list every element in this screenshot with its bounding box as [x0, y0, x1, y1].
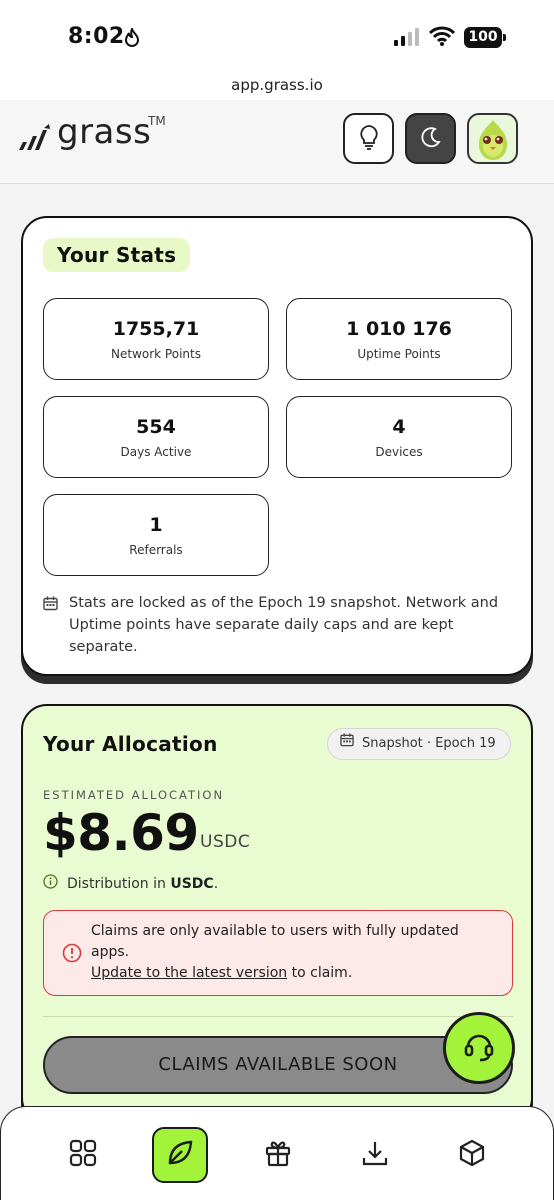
download-icon — [361, 1139, 389, 1171]
nav-rewards[interactable] — [152, 1127, 208, 1183]
url-bar[interactable]: app.grass.io — [0, 70, 554, 100]
distribution-prefix: Distribution in — [67, 875, 166, 892]
alert-circle-icon — [62, 943, 82, 967]
battery-cap — [503, 34, 506, 41]
nav-products[interactable] — [444, 1127, 500, 1183]
light-mode-button[interactable] — [343, 113, 394, 164]
cellular-signal-icon — [394, 28, 420, 50]
battery-indicator: 100 — [464, 27, 502, 48]
snapshot-label: Snapshot · Epoch 19 — [362, 736, 496, 751]
stats-card: Your Stats 1755,71 Network Points 1 010 … — [21, 216, 533, 676]
moon-icon — [420, 126, 442, 152]
snapshot-badge: Snapshot · Epoch 19 — [327, 728, 511, 760]
lightbulb-icon — [358, 124, 380, 154]
nav-download[interactable] — [347, 1127, 403, 1183]
stat-devices: 4 Devices — [286, 396, 512, 478]
allocation-amount: $8.69 — [43, 804, 199, 862]
stat-referrals: 1 Referrals — [43, 494, 269, 576]
status-bar: 8:02 100 — [0, 0, 554, 70]
allocation-title: Your Allocation — [43, 732, 218, 756]
brand-name[interactable]: grass — [57, 112, 151, 152]
cube-icon — [457, 1138, 487, 1172]
distribution-currency: USDC — [170, 875, 214, 892]
avatar[interactable] — [467, 113, 518, 164]
stat-label: Referrals — [129, 543, 183, 557]
nav-dashboard[interactable] — [55, 1127, 111, 1183]
divider — [43, 1016, 513, 1017]
alert-suffix: to claim. — [287, 965, 353, 981]
stat-network-points: 1755,71 Network Points — [43, 298, 269, 380]
bottom-nav — [0, 1106, 554, 1200]
stat-value: 1 — [149, 514, 163, 536]
note-text: Stats are locked as of the Epoch 19 snap… — [69, 595, 499, 655]
grass-logo-icon[interactable] — [16, 122, 54, 158]
gift-icon — [264, 1139, 292, 1171]
stat-value: 1755,71 — [112, 318, 200, 340]
estimated-allocation-label: ESTIMATED ALLOCATION — [43, 788, 225, 802]
grid-icon — [69, 1139, 97, 1171]
update-link[interactable]: Update to the latest version — [91, 965, 287, 981]
stat-value: 4 — [392, 416, 406, 438]
stat-value: 1 010 176 — [346, 318, 452, 340]
stats-title: Your Stats — [43, 238, 191, 272]
stats-lock-note: Stats are locked as of the Epoch 19 snap… — [43, 592, 503, 658]
stat-uptime-points: 1 010 176 Uptime Points — [286, 298, 512, 380]
support-button[interactable] — [443, 1012, 515, 1084]
info-icon — [43, 874, 58, 893]
stat-value: 554 — [136, 416, 176, 438]
nav-gift[interactable] — [250, 1127, 306, 1183]
leaf-icon — [165, 1138, 195, 1172]
stat-label: Devices — [375, 445, 423, 459]
status-time: 8:02 — [68, 24, 125, 49]
update-required-alert: Claims are only available to users with … — [43, 910, 513, 996]
stat-label: Days Active — [120, 445, 192, 459]
distribution-suffix: . — [213, 875, 219, 892]
dark-mode-button[interactable] — [405, 113, 456, 164]
stat-label: Network Points — [111, 347, 201, 361]
calendar-icon — [43, 596, 58, 618]
trademark: TM — [148, 114, 166, 128]
distribution-info: Distribution in USDC. — [43, 874, 218, 893]
wifi-icon — [428, 26, 456, 50]
stat-label: Uptime Points — [357, 347, 441, 361]
alert-message: Claims are only available to users with … — [91, 923, 459, 960]
headset-icon — [462, 1029, 496, 1067]
calendar-icon — [340, 729, 354, 759]
allocation-unit: USDC — [200, 832, 251, 852]
stat-days-active: 554 Days Active — [43, 396, 269, 478]
flame-icon — [124, 26, 140, 52]
app-header: grass TM — [0, 100, 554, 184]
